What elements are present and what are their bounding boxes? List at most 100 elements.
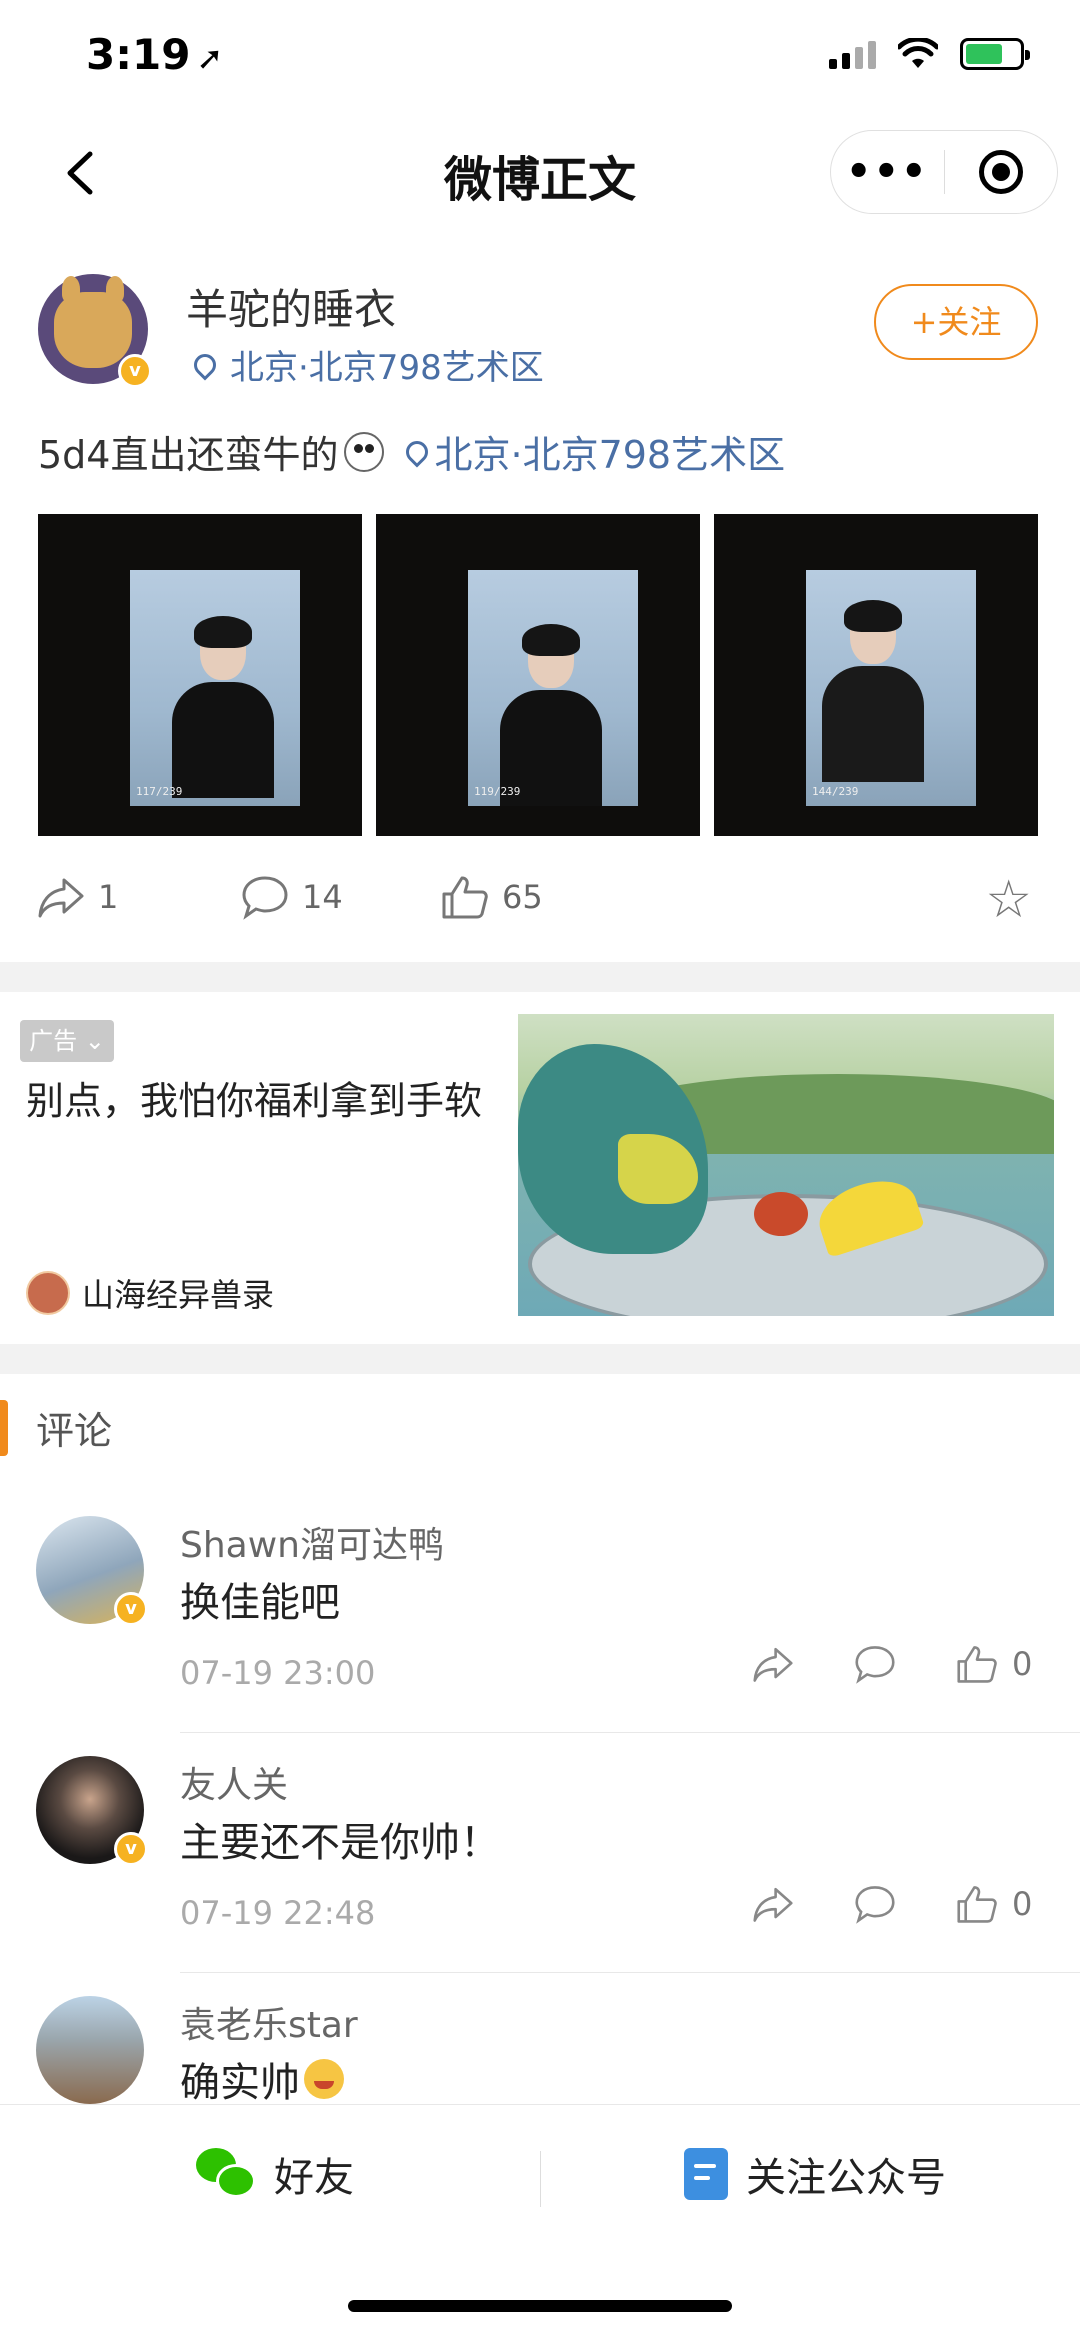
navigation-bar: 微博正文 ••• — [0, 118, 1080, 230]
comment-actions: 0 — [750, 1644, 1032, 1684]
friends-label: 好友 — [274, 2155, 354, 2201]
commenter-avatar[interactable]: v — [36, 1516, 148, 1626]
ad-source-avatar — [26, 1271, 70, 1315]
comment-separator — [180, 1972, 1080, 1973]
follow-official-account-button[interactable]: 关注公众号 — [684, 2145, 946, 2203]
document-icon — [684, 2148, 728, 2200]
comment-text: 换佳能吧 — [180, 1580, 340, 1626]
miniprogram-capsule: ••• — [830, 130, 1058, 214]
repost-button[interactable]: 1 — [36, 874, 118, 920]
comment-bubble-icon[interactable] — [852, 1644, 898, 1684]
status-bar: 3:19 ➚ — [0, 0, 1080, 118]
portrait-figure — [172, 616, 274, 798]
comment-like-button[interactable]: 0 — [954, 1644, 1032, 1684]
portrait-figure — [500, 624, 602, 806]
comment-button[interactable]: 14 — [240, 874, 343, 920]
panda-emoji-icon — [344, 431, 385, 472]
like-count: 65 — [502, 878, 543, 916]
post-text: 5d4直出还蛮牛的 北京·北京798艺术区 — [38, 424, 785, 479]
author-name[interactable]: 羊驼的睡衣 — [186, 276, 396, 337]
section-divider — [0, 1344, 1080, 1374]
like-button[interactable]: 65 — [440, 874, 543, 920]
comment-count: 14 — [302, 878, 343, 916]
bottom-bar-divider — [540, 2151, 541, 2207]
comment-text-content: 确实帅 — [180, 2060, 300, 2106]
post-text-content: 5d4直出还蛮牛的 — [38, 433, 339, 477]
follow-button[interactable]: +关注 — [874, 284, 1038, 360]
post-photo-2[interactable]: 119/239 — [376, 514, 700, 836]
ad-title[interactable]: 别点，我怕你福利拿到手软 — [26, 1070, 482, 1125]
author-location[interactable]: 北京·北京798艺术区 — [189, 340, 544, 389]
ad-image[interactable] — [518, 1014, 1054, 1316]
share-arrow-icon[interactable] — [750, 1884, 796, 1924]
post-action-bar: 1 14 65 ☆ — [0, 860, 1080, 942]
post-location-link[interactable]: 北京·北京798艺术区 — [401, 424, 786, 479]
close-miniprogram-button[interactable] — [945, 150, 1058, 194]
comment-actions: 0 — [750, 1884, 1032, 1924]
location-pin-icon — [401, 435, 434, 468]
comment-text: 确实帅 — [180, 2050, 344, 2108]
verified-badge-icon: v — [114, 1592, 148, 1626]
comment-separator — [180, 1732, 1080, 1733]
commenter-avatar[interactable] — [36, 1996, 144, 2104]
comments-header: 评论 — [0, 1396, 1080, 1460]
comment-bubble-icon[interactable] — [852, 1884, 898, 1924]
cellular-signal-icon — [829, 39, 876, 69]
post-photo-3[interactable]: 144/239 — [714, 514, 1038, 836]
comment-bubble-icon — [242, 876, 288, 920]
wifi-icon — [898, 38, 938, 68]
portrait-figure — [822, 600, 924, 782]
alpaca-avatar-image — [54, 276, 132, 368]
author-avatar[interactable]: v — [38, 274, 152, 388]
status-indicators — [829, 38, 1030, 70]
photo-counter: 144/239 — [812, 785, 859, 798]
comment-item: v 友人关 主要还不是你帅！ 07-19 22:48 0 — [0, 1746, 1080, 1986]
post-photo-grid: 117/239 119/239 144/239 — [38, 514, 1038, 836]
ad-source[interactable]: 山海经异兽录 — [26, 1270, 274, 1316]
location-arrow-icon: ➚ — [196, 39, 224, 77]
commenter-name[interactable]: 袁老乐star — [180, 1996, 358, 2048]
share-arrow-icon — [38, 878, 84, 918]
favorite-star-icon[interactable]: ☆ — [985, 874, 1032, 926]
status-time-text: 3:19 — [86, 30, 191, 79]
thumbs-up-icon — [442, 876, 488, 919]
thumbs-up-icon — [957, 1886, 997, 1923]
verified-badge-icon: v — [118, 354, 152, 388]
comments-accent-bar — [0, 1400, 8, 1456]
ad-source-name: 山海经异兽录 — [82, 1276, 275, 1314]
comment-item: v Shawn溜可达鸭 换佳能吧 07-19 23:00 0 — [0, 1506, 1080, 1746]
comment-like-button[interactable]: 0 — [954, 1884, 1032, 1924]
comments-title: 评论 — [36, 1409, 113, 1453]
comment-text: 主要还不是你帅！ — [180, 1820, 500, 1866]
verified-badge-icon: v — [114, 1832, 148, 1866]
ad-tag[interactable]: 广告 ⌄ — [20, 1020, 114, 1062]
more-dots-icon[interactable]: ••• — [831, 149, 944, 195]
ad-image-mouse — [754, 1192, 808, 1236]
thumbs-up-icon — [957, 1646, 997, 1683]
wechat-icon — [196, 2148, 256, 2200]
battery-icon — [960, 38, 1030, 70]
status-time: 3:19 ➚ — [86, 30, 223, 79]
author-location-text: 北京·北京798艺术区 — [230, 348, 544, 388]
follow-account-label: 关注公众号 — [746, 2155, 946, 2201]
post-photo-1[interactable]: 117/239 — [38, 514, 362, 836]
share-arrow-icon[interactable] — [750, 1644, 796, 1684]
share-to-friends-button[interactable]: 好友 — [196, 2145, 354, 2203]
comment-time: 07-19 22:48 — [180, 1894, 376, 1932]
comment-like-count: 0 — [1012, 1885, 1033, 1923]
drooling-emoji-icon — [304, 2059, 344, 2099]
target-circle-icon — [978, 150, 1023, 194]
photo-counter: 119/239 — [474, 785, 521, 798]
commenter-name[interactable]: 友人关 — [180, 1756, 288, 1808]
commenter-name[interactable]: Shawn溜可达鸭 — [180, 1516, 444, 1568]
repost-count: 1 — [98, 878, 119, 916]
comment-like-count: 0 — [1012, 1645, 1033, 1683]
post-location-text: 北京·北京798艺术区 — [434, 433, 786, 477]
comment-time: 07-19 23:00 — [180, 1654, 376, 1692]
section-divider — [0, 962, 1080, 992]
location-pin-icon — [189, 348, 221, 381]
home-indicator[interactable] — [348, 2300, 732, 2312]
photo-counter: 117/239 — [136, 785, 183, 798]
ad-tag-label: 广告 — [29, 1027, 78, 1055]
commenter-avatar[interactable]: v — [36, 1756, 148, 1866]
